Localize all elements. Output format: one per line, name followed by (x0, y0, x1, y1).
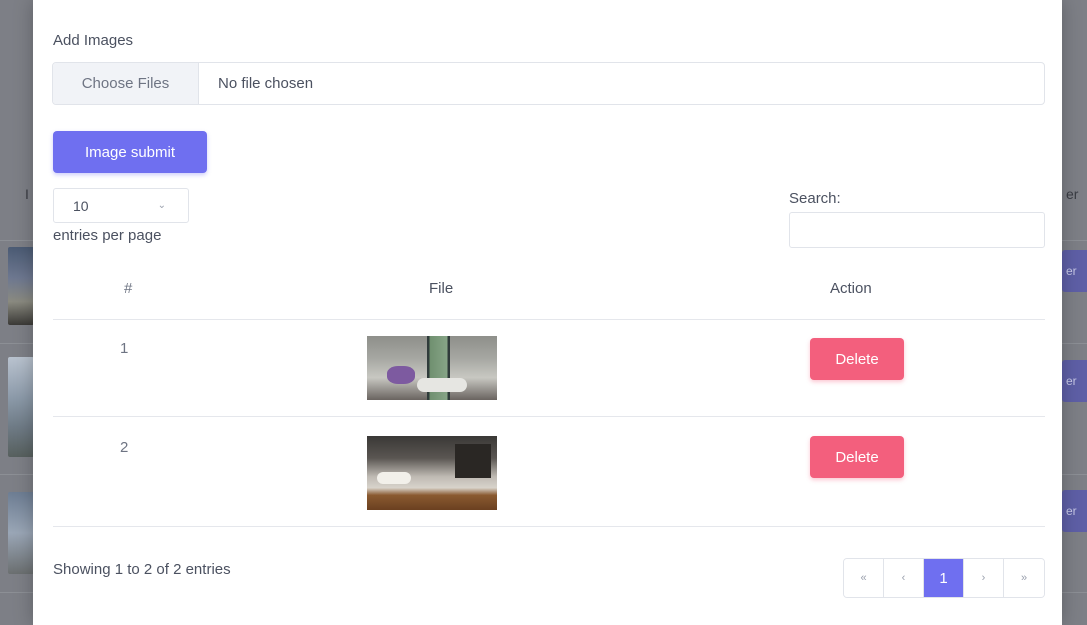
divider (53, 526, 1045, 527)
entries-per-page-select[interactable]: 10 ⌄ (53, 188, 189, 223)
bg-row-button: er (1062, 250, 1087, 292)
column-header-number[interactable]: # (124, 280, 132, 297)
search-input[interactable] (789, 212, 1045, 248)
bg-property-thumbnail (8, 247, 34, 325)
first-page-button[interactable]: « (844, 559, 884, 597)
last-page-button[interactable]: » (1004, 559, 1044, 597)
bg-property-thumbnail (8, 357, 34, 457)
column-header-file[interactable]: File (429, 280, 453, 297)
choose-files-button[interactable]: Choose Files (53, 63, 199, 104)
file-thumbnail (367, 336, 497, 400)
page-button-current[interactable]: 1 (924, 559, 964, 597)
column-header-action[interactable]: Action (830, 280, 872, 297)
bg-property-thumbnail (8, 492, 34, 574)
chevron-down-icon: ⌄ (157, 200, 166, 211)
delete-button[interactable]: Delete (810, 436, 904, 478)
delete-button[interactable]: Delete (810, 338, 904, 380)
row-number: 2 (120, 439, 129, 456)
bg-column-header: er (1066, 186, 1079, 202)
image-upload-modal: Add Images Choose Files No file chosen I… (33, 0, 1062, 625)
next-page-button[interactable]: › (964, 559, 1004, 597)
divider (53, 319, 1045, 320)
add-images-label: Add Images (53, 32, 134, 49)
entries-summary: Showing 1 to 2 of 2 entries (53, 561, 231, 578)
file-thumbnail (367, 436, 497, 510)
entries-per-page-label: entries per page (53, 227, 162, 244)
bg-row-button: er (1062, 490, 1087, 532)
prev-page-button[interactable]: ‹ (884, 559, 924, 597)
divider (53, 416, 1045, 417)
search-label: Search: (789, 190, 841, 207)
row-number: 1 (120, 340, 129, 357)
file-input[interactable]: Choose Files No file chosen (52, 62, 1045, 105)
bg-column-header: I (25, 186, 29, 202)
bg-row-button: er (1062, 360, 1087, 402)
image-submit-button[interactable]: Image submit (53, 131, 207, 173)
pagination: « ‹ 1 › » (843, 558, 1045, 598)
entries-per-page-value: 10 (73, 197, 89, 214)
file-status-text: No file chosen (218, 75, 314, 92)
